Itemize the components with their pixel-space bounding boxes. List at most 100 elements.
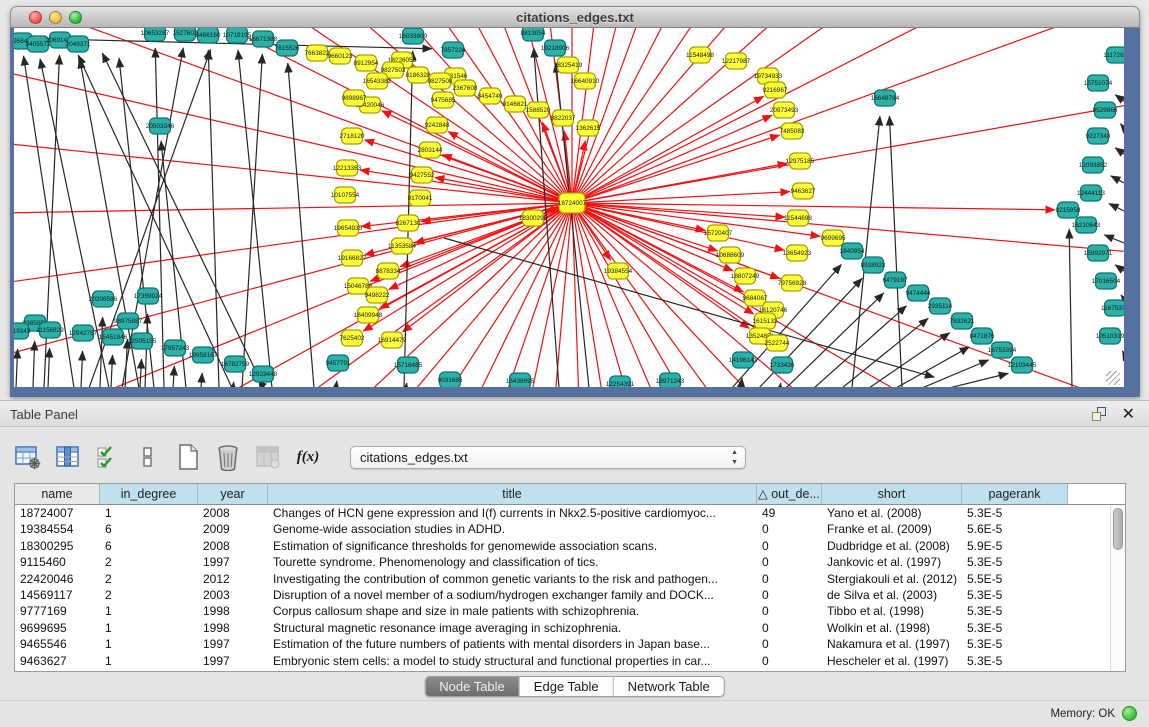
table-settings-icon[interactable] (14, 443, 42, 471)
table-cell: 5.3E-5 (962, 554, 1068, 570)
table-cell: 1997 (198, 554, 268, 570)
table-cell: Tibbo et al. (1998) (822, 603, 962, 619)
node-label: 16671388 (249, 36, 278, 43)
table-row[interactable]: 1830029562008Estimation of significance … (15, 538, 1125, 554)
column-header-pagerank[interactable]: pagerank (962, 484, 1068, 504)
node-label: 9457791 (326, 360, 351, 367)
node-label: 16914479 (378, 337, 407, 344)
node-label: 12942757 (69, 330, 98, 337)
column-header-name[interactable]: name (15, 484, 100, 504)
row-height-icon[interactable] (134, 443, 162, 471)
close-panel-icon[interactable]: ✕ (1122, 404, 1135, 424)
table-row[interactable]: 977716911998Corpus callosum shape and si… (15, 603, 1125, 619)
table-cell: 5.5E-5 (962, 571, 1068, 587)
node-label: 9146821 (503, 101, 528, 108)
tab-node-table[interactable]: Node Table (425, 677, 520, 696)
function-builder-icon[interactable]: f(x) (294, 443, 322, 471)
table-cell: 1 (100, 620, 198, 636)
table-cell: 2008 (198, 505, 268, 521)
node-label: 18724007 (558, 200, 587, 207)
node-label: 9475685 (431, 97, 456, 104)
node-label: 1527602 (173, 30, 198, 37)
table-cell: Genome-wide association studies in ADHD. (268, 521, 757, 537)
table-row[interactable]: 911546021997Tourette syndrome. Phenomeno… (15, 554, 1125, 570)
node-label: 3919343 (14, 328, 31, 335)
node-label: 19654935 (334, 225, 363, 232)
memory-ok-icon[interactable] (1122, 706, 1137, 721)
table-row[interactable]: 1456911722003Disruption of a novel membe… (15, 587, 1125, 603)
float-panel-icon[interactable] (1092, 407, 1107, 422)
node-label: 2935114 (928, 303, 953, 310)
new-document-icon[interactable] (174, 443, 202, 471)
select-column-icon[interactable] (54, 443, 82, 471)
node-label: 9660123 (328, 53, 353, 60)
table-toolbar: f(x) citations_edges.txt ▲▼ (14, 441, 746, 473)
table-row[interactable]: 946554611997Estimation of the future num… (15, 636, 1125, 652)
node-table-header[interactable]: namein_degreeyeartitle△ out_de...shortpa… (15, 484, 1125, 505)
table-row[interactable]: 969969511998Structural magnetic resonanc… (15, 620, 1125, 636)
node-label: 7625402 (340, 335, 365, 342)
delete-table-icon[interactable] (214, 443, 242, 471)
table-cell: 5.3E-5 (962, 653, 1068, 669)
node-label: 16033809 (399, 33, 428, 40)
window-title: citations_edges.txt (11, 10, 1139, 25)
node-label: 12923448 (249, 371, 278, 378)
table-row[interactable]: 1938455462009Genome-wide association stu… (15, 521, 1125, 537)
column-header--out-de-[interactable]: △ out_de... (757, 484, 822, 504)
table-cell: Tourette syndrome. Phenomenology and cla… (268, 554, 757, 570)
table-cell: 14569117 (15, 587, 100, 603)
table-cell: 6 (100, 521, 198, 537)
node-label: 9170041 (408, 195, 433, 202)
node-label: 20973493 (770, 107, 799, 114)
node-label: 18807249 (731, 273, 760, 280)
node-label: 9529966 (1093, 107, 1118, 114)
table-cell: 1997 (198, 636, 268, 652)
window-titlebar[interactable]: citations_edges.txt (10, 6, 1140, 28)
table-cell: Investigating the contribution of common… (268, 571, 757, 587)
network-canvas[interactable]: 2958448940557220691406204937110653287152… (14, 28, 1124, 387)
node-label: 18325419 (554, 62, 583, 69)
tab-edge-table[interactable]: Edge Table (520, 677, 614, 696)
window-resize-grip[interactable] (1106, 371, 1120, 385)
node-label: 9827508 (428, 78, 453, 85)
table-cell: 18300295 (15, 538, 100, 554)
memory-status-label: Memory: OK (1050, 708, 1115, 720)
node-label: 15716485 (394, 362, 423, 369)
tab-network-table[interactable]: Network Table (614, 677, 724, 696)
table-source-dropdown[interactable]: citations_edges.txt ▲▼ (350, 446, 746, 469)
node-label: 8471876 (970, 333, 995, 340)
table-row[interactable]: 2242004622012Investigating the contribut… (15, 571, 1125, 587)
node-label: 9498222 (365, 292, 390, 299)
select-all-icon[interactable] (94, 443, 122, 471)
table-row[interactable]: 946362711997Embryonic stem cells: a mode… (15, 653, 1125, 669)
node-label: 16438695 (506, 378, 535, 385)
node-label: 12254391 (606, 381, 635, 387)
node-label: 20503346 (146, 123, 175, 130)
node-label: 12444113 (1077, 190, 1105, 197)
node-label: 10107554 (331, 192, 360, 199)
table-source-value: citations_edges.txt (360, 450, 468, 465)
node-label: 12093852 (1079, 162, 1108, 169)
column-header-title[interactable]: title (268, 484, 757, 504)
node-label: 2718120 (340, 133, 365, 140)
column-header-year[interactable]: year (198, 484, 268, 504)
column-header-filler[interactable] (1068, 484, 1125, 504)
node-label: 12217987 (722, 58, 751, 65)
table-vertical-scrollbar[interactable] (1110, 505, 1125, 671)
column-header-short[interactable]: short (822, 484, 962, 504)
table-cell: 5.3E-5 (962, 587, 1068, 603)
column-header-in-degree[interactable]: in_degree (100, 484, 198, 504)
node-table: namein_degreeyeartitle△ out_de...shortpa… (14, 483, 1126, 672)
import-table-disabled-icon (254, 443, 282, 471)
table-row[interactable]: 1872400712008Changes of HCN gene express… (15, 505, 1125, 521)
table-cell: Stergiakouli et al. (2012) (822, 571, 962, 587)
node-label: 11548498 (686, 52, 714, 59)
node-label: 7615526 (275, 45, 300, 52)
node-table-rows: 1872400712008Changes of HCN gene express… (15, 505, 1125, 669)
node-label: 16782759 (221, 361, 250, 368)
node-label: 15992971 (1084, 250, 1113, 257)
scrollbar-thumb[interactable] (1113, 508, 1123, 550)
table-cell: Franke et al. (2009) (822, 521, 962, 537)
table-cell: 49 (757, 505, 822, 521)
node-label: 9227343 (1086, 133, 1111, 140)
